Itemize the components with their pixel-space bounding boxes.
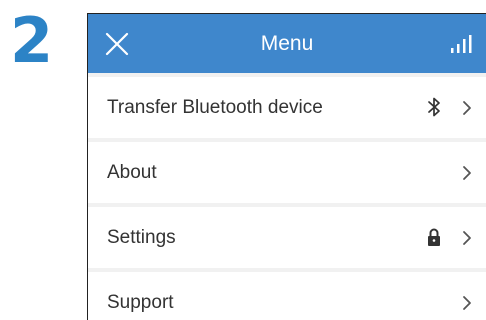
menu-item-label: About [107, 162, 157, 183]
step-number: 2 [10, 4, 54, 77]
menu-title: Menu [260, 32, 314, 55]
signal-bars-icon [451, 35, 472, 53]
menu-item-support[interactable]: Support [88, 272, 486, 320]
bluetooth-icon [428, 97, 440, 117]
phone-screen: Menu Transfer Bluetooth device About Set… [87, 13, 486, 320]
chevron-right-icon [463, 166, 471, 180]
menu-item-about[interactable]: About [88, 142, 486, 203]
chevron-right-icon [463, 231, 471, 245]
menu-item-transfer-bluetooth[interactable]: Transfer Bluetooth device [88, 77, 486, 138]
menu-list: Transfer Bluetooth device About Settings [88, 73, 486, 320]
chevron-right-icon [463, 101, 471, 115]
menu-header: Menu [88, 14, 486, 73]
menu-item-settings[interactable]: Settings [88, 207, 486, 268]
chevron-right-icon [463, 296, 471, 310]
menu-item-label: Support [107, 292, 174, 313]
menu-item-label: Transfer Bluetooth device [107, 97, 323, 118]
page: 2 Menu Transfer Bluetooth device About S… [0, 0, 486, 320]
lock-icon [428, 228, 440, 246]
menu-item-label: Settings [107, 227, 176, 248]
